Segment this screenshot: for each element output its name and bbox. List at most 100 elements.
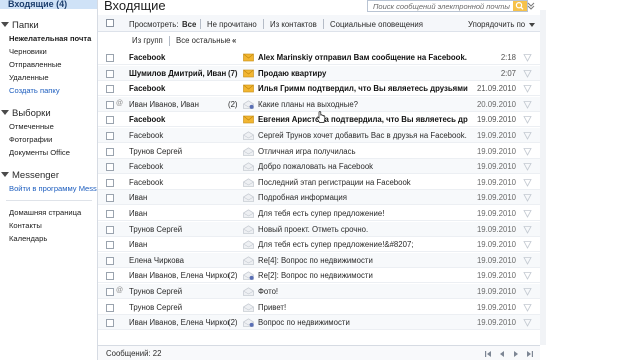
flag-icon[interactable] xyxy=(523,84,532,94)
messenger-section-toggle[interactable]: Messenger xyxy=(0,170,97,181)
contacts-link[interactable]: Контакты xyxy=(9,221,97,230)
message-sender: Иван Иванов, Иван xyxy=(129,99,199,109)
message-row[interactable]: Иван Подробная информация 19.09.2010 xyxy=(98,190,540,206)
message-subject: Alex Marinskiy отправил Вам сообщение на… xyxy=(258,53,467,62)
flag-icon[interactable] xyxy=(523,303,532,312)
message-checkbox[interactable] xyxy=(106,194,114,203)
message-row[interactable]: Трунов Сергей Привет! 19.09.2010 xyxy=(98,300,540,315)
home-page-link[interactable]: Домашняя страница xyxy=(9,208,97,217)
sidebar-item-deleted[interactable]: Удаленные xyxy=(9,73,97,82)
message-checkbox[interactable] xyxy=(106,69,114,78)
read-envelope-icon xyxy=(243,302,254,312)
flag-icon[interactable] xyxy=(523,178,532,187)
message-row[interactable]: Иван Для тебя есть супер предложение!&#82… xyxy=(98,237,540,253)
messenger-signin-link[interactable]: Войти в программу Messenger xyxy=(9,184,97,193)
filter-from-contacts[interactable]: Из контактов xyxy=(270,20,317,29)
previous-page-icon[interactable] xyxy=(498,350,506,358)
flag-icon[interactable] xyxy=(523,53,532,62)
message-row[interactable]: Facebook Илья Гримм подтвердил, что Вы яв… xyxy=(98,81,540,97)
sidebar-item-inbox[interactable]: Входящие (4) xyxy=(0,0,97,9)
attachment-icon: @ xyxy=(116,99,124,107)
message-checkbox[interactable] xyxy=(106,319,114,328)
flag-icon[interactable] xyxy=(523,225,532,234)
message-checkbox[interactable] xyxy=(106,225,114,234)
sidebar-item-drafts[interactable]: Черновики xyxy=(9,47,97,56)
message-row[interactable]: @ Трунов Сергей Фото! 19.09.2010 xyxy=(98,284,540,299)
flag-icon[interactable] xyxy=(523,147,532,156)
view-label: Просмотреть: xyxy=(129,20,179,29)
collapse-groups-button[interactable]: « xyxy=(232,36,236,45)
sidebar-item-flagged[interactable]: Отмеченные xyxy=(9,122,97,131)
message-checkbox[interactable] xyxy=(106,116,114,125)
message-row[interactable]: Иван Иванов, Елена Чиркова (2) Re[2]: Вопр… xyxy=(98,268,540,284)
filter-unread[interactable]: Не прочитано xyxy=(207,20,257,29)
filter-all[interactable]: Все xyxy=(182,20,196,29)
message-row[interactable]: Елена Чиркова Re[4]: Вопрос по недвижимос… xyxy=(98,252,540,268)
select-all-checkbox[interactable] xyxy=(106,19,114,27)
message-subject: Евгения Аристова подтвердила, что Вы явл… xyxy=(258,115,468,125)
search-icon[interactable] xyxy=(513,1,527,11)
message-checkbox[interactable] xyxy=(106,54,114,62)
flag-icon[interactable] xyxy=(523,256,532,265)
message-row[interactable]: Facebook Добро пожаловать на Facebook 19.0… xyxy=(98,159,540,175)
first-page-icon[interactable] xyxy=(484,350,492,358)
mouse-pointer-hand-icon xyxy=(316,111,326,123)
sidebar-item-junk[interactable]: Нежелательная почта xyxy=(9,34,97,43)
sort-by-dropdown[interactable]: Упорядочить по xyxy=(468,20,525,29)
message-date: 19.09.2010 xyxy=(476,177,516,187)
calendar-link[interactable]: Календарь xyxy=(9,234,97,243)
message-checkbox[interactable] xyxy=(106,163,114,172)
message-row[interactable]: Facebook Alex Marinskiy отправил Вам сооб… xyxy=(98,50,540,65)
message-checkbox[interactable] xyxy=(106,288,114,296)
message-row[interactable]: @ Иван Иванов, Иван (2) Какие планы на выхо… xyxy=(98,96,540,112)
message-checkbox[interactable] xyxy=(106,147,114,156)
create-folder-link[interactable]: Создать папку xyxy=(9,86,97,95)
message-sender: Иван Иванов, Елена Чиркова xyxy=(129,318,229,328)
sidebar-item-office-docs[interactable]: Документы Office xyxy=(9,148,97,157)
flag-icon[interactable] xyxy=(523,193,532,203)
message-row[interactable]: Шумилов Дмитрий, Иван (7) Продаю квартиру 2… xyxy=(98,65,540,81)
message-checkbox[interactable] xyxy=(106,303,114,312)
next-page-icon[interactable] xyxy=(512,350,520,358)
message-checkbox[interactable] xyxy=(106,132,114,140)
message-date: 19.09.2010 xyxy=(476,162,516,172)
flag-icon[interactable] xyxy=(523,287,532,296)
message-row[interactable]: Иван Иванов, Елена Чиркова (2) Вопрос по н… xyxy=(98,315,540,331)
message-checkbox[interactable] xyxy=(106,178,114,187)
message-checkbox[interactable] xyxy=(106,256,114,265)
message-subject: Сергей Трунов хочет добавить Вас в друзь… xyxy=(258,131,467,140)
flag-icon[interactable] xyxy=(523,271,532,281)
message-row[interactable]: Facebook Последний этап регистрации на Fa… xyxy=(98,175,540,190)
flag-icon[interactable] xyxy=(523,209,532,218)
all-others-tab[interactable]: Все остальные xyxy=(176,36,231,45)
flag-icon[interactable] xyxy=(523,162,532,172)
chevron-down-icon[interactable] xyxy=(526,0,536,12)
message-row[interactable]: Трунов Сергей Отличная игра получилась 19.… xyxy=(98,144,540,159)
views-section-toggle[interactable]: Выборки xyxy=(0,108,97,119)
mail-app: Входящие (4) Папки Нежелательная почта Ч… xyxy=(0,0,640,360)
message-checkbox[interactable] xyxy=(106,100,114,109)
flag-icon[interactable] xyxy=(523,69,532,78)
sidebar-item-photos[interactable]: Фотографии xyxy=(9,135,97,144)
folders-section-toggle[interactable]: Папки xyxy=(0,20,97,31)
message-date: 19.09.2010 xyxy=(476,209,516,218)
message-checkbox[interactable] xyxy=(106,85,114,94)
flag-icon[interactable] xyxy=(523,240,532,250)
message-checkbox[interactable] xyxy=(106,241,114,250)
flag-icon[interactable] xyxy=(523,100,532,109)
message-row[interactable]: Facebook Сергей Трунов хочет добавить Вас… xyxy=(98,128,540,143)
sort-caret-icon[interactable] xyxy=(529,23,535,27)
message-row[interactable]: Трунов Сергей Новый проект. Отметь срочно… xyxy=(98,221,540,237)
flag-icon[interactable] xyxy=(523,318,532,328)
message-checkbox[interactable] xyxy=(106,210,114,218)
last-page-icon[interactable] xyxy=(526,350,534,358)
sidebar-item-sent[interactable]: Отправленные xyxy=(9,60,97,69)
flag-icon[interactable] xyxy=(523,115,532,125)
message-row[interactable]: Иван Для тебя есть супер предложение! 19.0… xyxy=(98,206,540,221)
from-groups-tab[interactable]: Из групп xyxy=(132,36,163,45)
message-date: 2:07 xyxy=(500,68,516,78)
flag-icon[interactable] xyxy=(523,131,532,140)
message-checkbox[interactable] xyxy=(106,272,114,281)
search-input[interactable]: Поиск сообщений электронной почты xyxy=(367,0,528,12)
filter-social[interactable]: Социальные оповещения xyxy=(330,20,423,29)
